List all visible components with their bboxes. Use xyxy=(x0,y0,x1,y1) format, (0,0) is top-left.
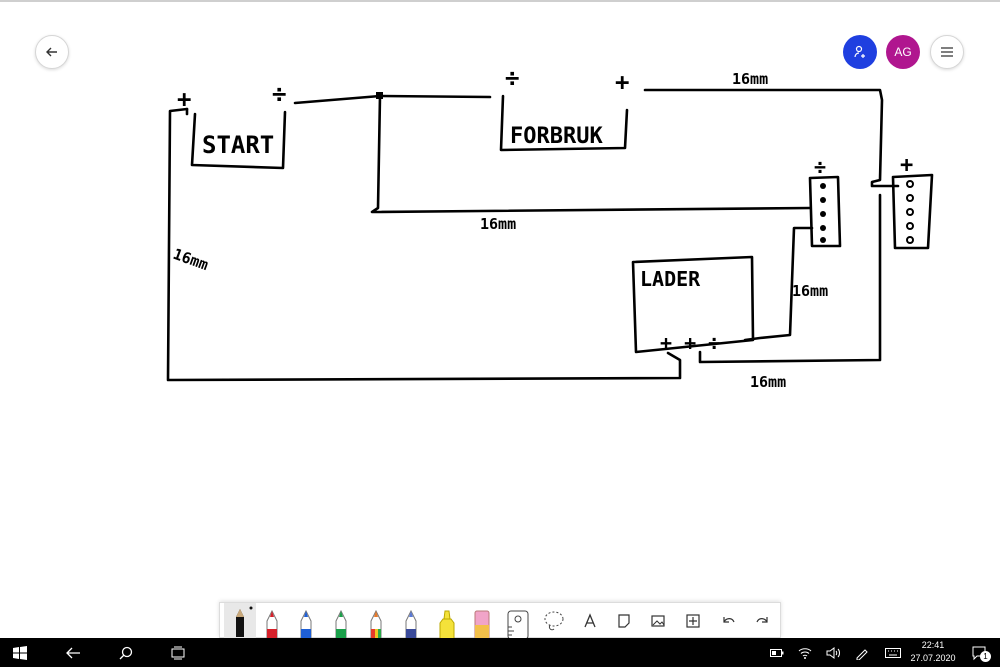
notification-icon[interactable]: 1 xyxy=(968,638,991,667)
person-add-icon xyxy=(854,45,865,58)
back-arrow-icon[interactable] xyxy=(62,638,84,667)
arrow-left-icon xyxy=(46,47,57,57)
forbruk-label: FORBRUK xyxy=(510,124,603,149)
wire-junction xyxy=(376,92,383,99)
clock-time: 22:41 xyxy=(921,640,945,650)
battery-icon[interactable] xyxy=(768,638,786,667)
top-border xyxy=(0,0,1000,2)
task-view-icon[interactable] xyxy=(167,638,189,667)
redo-button[interactable] xyxy=(747,603,779,639)
add-tool[interactable] xyxy=(677,603,709,639)
ink-toolbar xyxy=(219,602,781,640)
windows-start-icon[interactable] xyxy=(10,638,30,667)
clock-date: 27.07.2020 xyxy=(910,653,956,663)
notification-count: 1 xyxy=(980,651,991,662)
image-tool[interactable] xyxy=(642,603,674,639)
green-pen-tool[interactable] xyxy=(325,603,357,640)
charger-terminals: + + ÷ xyxy=(660,331,720,355)
wire-label-bottom: 16mm xyxy=(750,373,786,391)
text-tool[interactable] xyxy=(574,603,606,639)
search-icon[interactable] xyxy=(115,638,137,667)
eraser-tool[interactable] xyxy=(466,603,498,640)
undo-button[interactable] xyxy=(712,603,744,639)
pen-icon[interactable] xyxy=(852,638,872,667)
wire-label-left: 16mm xyxy=(171,245,211,274)
red-pen-tool[interactable] xyxy=(256,603,288,640)
wire-label-middle: 16mm xyxy=(480,215,516,233)
start-label: START xyxy=(202,131,274,159)
taskbar: 22:41 27.07.2020 1 xyxy=(0,638,1000,667)
volume-icon[interactable] xyxy=(824,638,842,667)
forbruk-plus-terminal: + xyxy=(615,68,629,96)
pencil-tool[interactable] xyxy=(224,603,256,639)
rainbow-pen-tool[interactable] xyxy=(360,603,392,640)
battery-cells-right xyxy=(906,180,914,244)
wire-label-right: 16mm xyxy=(792,282,828,300)
start-minus-terminal: ÷ xyxy=(272,80,286,108)
avatar-initials: AG xyxy=(894,45,912,59)
galaxy-pen-tool[interactable] xyxy=(395,603,427,640)
ruler-tool[interactable] xyxy=(502,603,534,640)
wifi-icon[interactable] xyxy=(796,638,814,667)
keyboard-icon[interactable] xyxy=(882,638,904,667)
start-plus-terminal: + xyxy=(177,85,191,113)
whiteboard-canvas[interactable]: START FORBRUK LADER + ÷ ÷ + ÷ + + + ÷ 16… xyxy=(0,60,1000,600)
note-tool[interactable] xyxy=(608,603,640,639)
blue-pen-tool[interactable] xyxy=(290,603,322,640)
battery-left-minus: ÷ xyxy=(814,155,826,179)
battery-cells-left xyxy=(820,183,826,243)
lasso-tool[interactable] xyxy=(538,603,570,639)
clock[interactable]: 22:41 27.07.2020 xyxy=(905,639,961,665)
battery-right-plus: + xyxy=(900,153,913,178)
forbruk-minus-terminal: ÷ xyxy=(505,64,519,92)
wire-label-top: 16mm xyxy=(732,70,768,88)
lader-label: LADER xyxy=(640,267,701,291)
hamburger-icon xyxy=(941,47,953,57)
highlighter-tool[interactable] xyxy=(431,603,463,640)
